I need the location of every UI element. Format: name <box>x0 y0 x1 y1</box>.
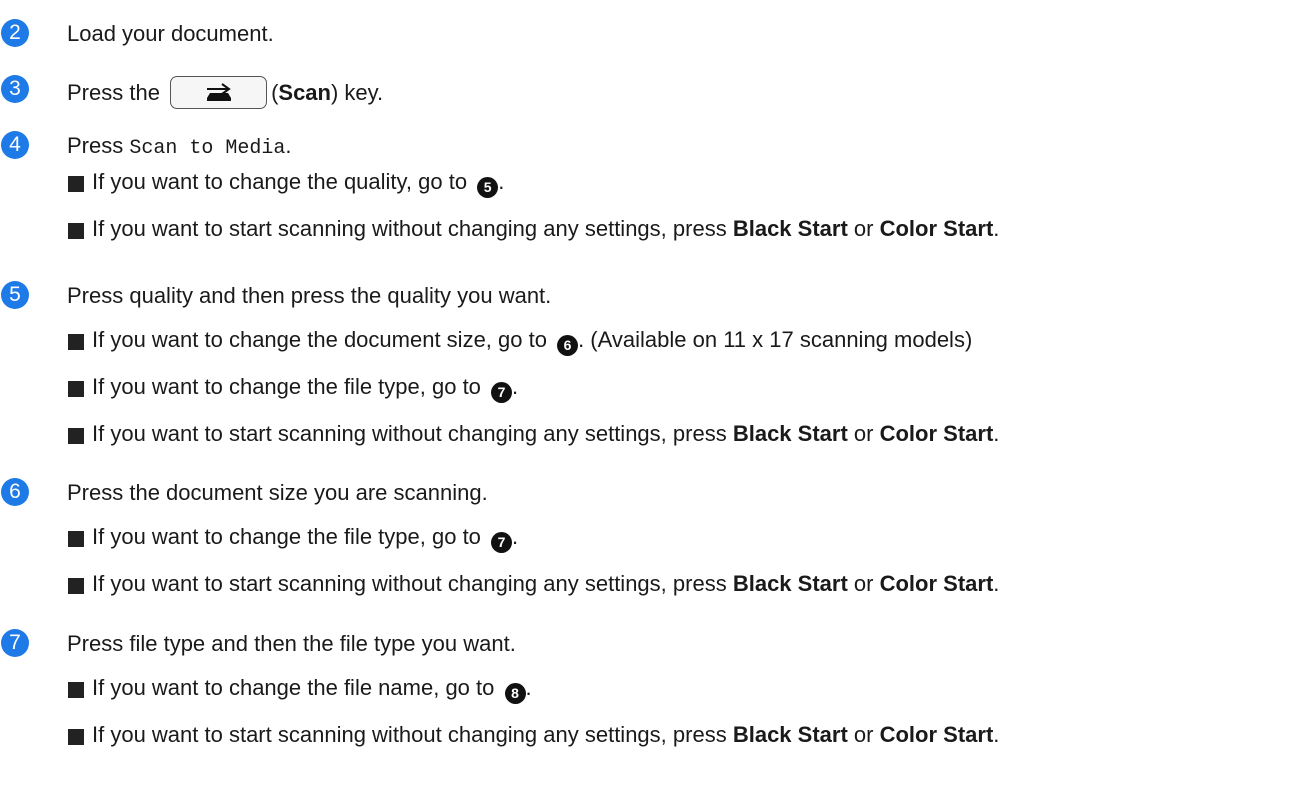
color-start-key-label: Color Start <box>879 722 994 747</box>
manual-page: 2 Load your document. 3 Press the (Scan)… <box>0 0 1314 801</box>
bullet-square-icon <box>68 334 84 350</box>
bullet-text-suffix: . <box>993 216 1000 241</box>
bullet-text-connector: or <box>853 722 874 747</box>
step-instruction-text: Press the <box>67 80 160 105</box>
step-number-badge: 7 <box>1 629 29 657</box>
bullet-text: If you want to change the file type, go … <box>92 374 481 399</box>
step-5: 5 Press quality and then press the quali… <box>0 281 1314 465</box>
list-item: If you want to change the file name, go … <box>0 672 1314 719</box>
bullet-text-suffix: . <box>993 722 1000 747</box>
step-instruction-suffix: . <box>285 133 292 158</box>
step-reference-badge: 7 <box>491 382 513 403</box>
step-reference-badge: 8 <box>504 683 526 704</box>
list-item: If you want to change the file type, go … <box>0 521 1314 568</box>
black-start-key-label: Black Start <box>732 421 848 446</box>
list-item: If you want to start scanning without ch… <box>0 719 1314 766</box>
step-reference-badge: 7 <box>491 532 513 553</box>
step-6: 6 Press the document size you are scanni… <box>0 478 1314 615</box>
bullet-text: If you want to change the file type, go … <box>92 524 481 549</box>
bullet-square-icon <box>68 682 84 698</box>
list-item: If you want to change the quality, go to… <box>0 166 1314 213</box>
bullet-text-suffix: . <box>993 571 1000 596</box>
step-instruction: Load your document. <box>67 20 274 48</box>
bullet-text: If you want to change the file name, go … <box>92 675 495 700</box>
bullet-text: If you want to change the quality, go to <box>92 169 468 194</box>
scan-key-icon <box>170 76 268 109</box>
color-start-key-label: Color Start <box>879 216 994 241</box>
step-4: 4 Press Scan to Media. If you want to ch… <box>0 131 1314 260</box>
step-2: 2 Load your document. <box>0 19 1314 49</box>
step-instruction-text: Press <box>67 133 124 158</box>
step-reference-badge: 6 <box>557 335 579 356</box>
step-instruction-text: Press file type and then the file type y… <box>67 631 516 656</box>
step-number-badge: 6 <box>1 478 29 506</box>
bullet-text-connector: or <box>853 216 874 241</box>
step-instruction: Press Scan to Media. <box>67 132 292 163</box>
bullet-text-suffix: . <box>993 421 1000 446</box>
list-item: If you want to change the document size,… <box>0 324 1314 371</box>
black-start-key-label: Black Start <box>732 571 848 596</box>
bullet-text: If you want to start scanning without ch… <box>92 216 727 241</box>
step-number-badge: 3 <box>1 75 29 103</box>
bullet-text-connector: or <box>853 421 874 446</box>
bullet-text: If you want to start scanning without ch… <box>92 421 727 446</box>
black-start-key-label: Black Start <box>732 722 848 747</box>
step-instruction: Press the (Scan) key. <box>67 76 383 109</box>
bullet-text-suffix: . <box>512 524 519 549</box>
step-instruction: Press file type and then the file type y… <box>67 630 516 658</box>
bullet-square-icon <box>68 176 84 192</box>
step-number-badge: 2 <box>1 19 29 47</box>
step-instruction-text: Load your document. <box>67 21 274 46</box>
bullet-text-suffix: . <box>498 169 505 194</box>
step-7: 7 Press file type and then the file type… <box>0 629 1314 766</box>
bullet-square-icon <box>68 729 84 745</box>
list-item: If you want to change the file type, go … <box>0 371 1314 418</box>
step-instruction-suffix: ) key. <box>330 80 384 105</box>
list-item: If you want to start scanning without ch… <box>0 418 1314 465</box>
list-item: If you want to start scanning without ch… <box>0 568 1314 615</box>
lcd-menu-option: Scan to Media <box>129 137 286 160</box>
step-instruction-text: Press quality and then press the quality… <box>67 283 552 308</box>
color-start-key-label: Color Start <box>879 421 994 446</box>
bullet-square-icon <box>68 578 84 594</box>
bullet-text-connector: or <box>853 571 874 596</box>
color-start-key-label: Color Start <box>879 571 994 596</box>
step-3: 3 Press the (Scan) key. <box>0 75 1314 109</box>
bullet-text-suffix: . <box>525 675 532 700</box>
bullet-text-suffix: . <box>512 374 519 399</box>
bullet-text: If you want to change the document size,… <box>92 327 547 352</box>
step-reference-badge: 5 <box>477 177 499 198</box>
bullet-square-icon <box>68 223 84 239</box>
bullet-text: If you want to start scanning without ch… <box>92 571 727 596</box>
bullet-text-suffix: . (Available on 11 x 17 scanning models) <box>578 327 973 352</box>
bullet-square-icon <box>68 428 84 444</box>
black-start-key-label: Black Start <box>732 216 848 241</box>
step-instruction: Press quality and then press the quality… <box>67 282 551 310</box>
list-item: If you want to start scanning without ch… <box>0 213 1314 260</box>
bullet-text: If you want to start scanning without ch… <box>92 722 727 747</box>
step-number-badge: 4 <box>1 131 29 159</box>
step-instruction-text: Press the document size you are scanning… <box>67 480 488 505</box>
bullet-square-icon <box>68 381 84 397</box>
step-number-badge: 5 <box>1 281 29 309</box>
bullet-square-icon <box>68 531 84 547</box>
step-instruction: Press the document size you are scanning… <box>67 479 488 507</box>
scan-key-label: Scan <box>278 80 331 105</box>
